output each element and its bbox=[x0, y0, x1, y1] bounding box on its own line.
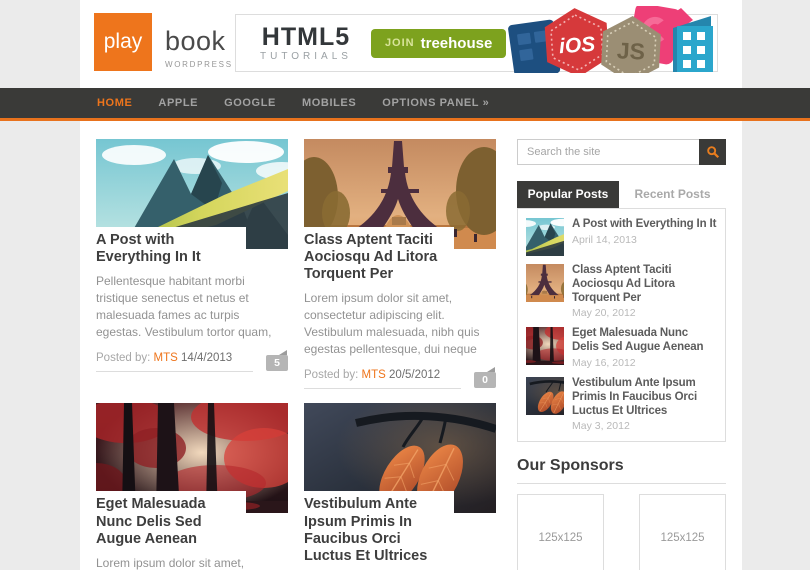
main-navigation: HOME APPLE GOOGLE MOBILES OPTIONS PANEL … bbox=[0, 88, 810, 121]
sponsors-heading: Our Sponsors bbox=[517, 457, 726, 485]
nav-item-apple[interactable]: APPLE bbox=[145, 97, 211, 109]
nav-item-options-panel[interactable]: OPTIONS PANEL » bbox=[369, 97, 502, 109]
sponsor-ad-slot[interactable]: 125x125 bbox=[517, 494, 604, 570]
site-header: play book WORDPRESS THEME HTML5 TUTORIAL… bbox=[0, 0, 810, 88]
treehouse-label: treehouse bbox=[420, 34, 493, 52]
sponsor-ad-slot[interactable]: 125x125 bbox=[639, 494, 726, 570]
comment-count-badge[interactable]: 0 bbox=[474, 367, 496, 389]
post-card: Class Aptent Taciti Aociosqu Ad Litora T… bbox=[304, 139, 496, 390]
post-title[interactable]: Vestibulum Ante Ipsum Primis In Faucibus… bbox=[304, 491, 454, 565]
ios-badge-label: iOS bbox=[558, 33, 596, 58]
post-card: A Post with Everything In It Pellentesqu… bbox=[96, 139, 288, 389]
search-bar bbox=[517, 139, 726, 165]
popular-thumb-eiffel-tower bbox=[526, 264, 564, 302]
banner-title: HTML5 bbox=[261, 22, 351, 51]
author-link[interactable]: MTS bbox=[154, 352, 178, 364]
popular-post-item[interactable]: A Post with Everything In It April 14, 2… bbox=[526, 218, 717, 256]
sidebar: Popular Posts Recent Posts A Post with E… bbox=[517, 139, 726, 570]
popular-post-item[interactable]: Vestibulum Ante Ipsum Primis In Faucibus… bbox=[526, 376, 717, 433]
nav-item-google[interactable]: GOOGLE bbox=[211, 97, 289, 109]
nav-item-mobiles[interactable]: MOBILES bbox=[289, 97, 369, 109]
posted-by-label: Posted by: bbox=[304, 369, 359, 382]
post-excerpt: Pellentesque habitant morbi tristique se… bbox=[96, 274, 272, 340]
post-date: 20/5/2012 bbox=[389, 369, 441, 382]
js-badge-label: JS bbox=[616, 37, 645, 64]
post-card: Eget Malesuada Nunc Delis Sed Augue Aene… bbox=[96, 403, 288, 570]
popular-post-date: May 20, 2012 bbox=[572, 307, 636, 320]
popular-post-title[interactable]: Eget Malesuada Nunc Delis Sed Augue Aene… bbox=[572, 327, 717, 355]
popular-post-date: April 14, 2013 bbox=[572, 233, 637, 246]
tab-popular-posts[interactable]: Popular Posts bbox=[517, 181, 619, 208]
tab-recent-posts[interactable]: Recent Posts bbox=[619, 181, 726, 208]
join-treehouse-button[interactable]: JOIN treehouse bbox=[370, 28, 507, 58]
join-label: JOIN bbox=[384, 37, 415, 49]
popular-posts-panel: A Post with Everything In It April 14, 2… bbox=[517, 208, 726, 443]
posts-grid: A Post with Everything In It Pellentesqu… bbox=[96, 139, 496, 570]
popular-post-title[interactable]: Vestibulum Ante Ipsum Primis In Faucibus… bbox=[572, 377, 717, 418]
search-icon bbox=[706, 146, 719, 159]
post-meta: Posted by: MTS 14/4/2013 bbox=[96, 352, 253, 373]
popular-post-title[interactable]: Class Aptent Taciti Aociosqu Ad Litora T… bbox=[572, 264, 717, 305]
popular-post-item[interactable]: Eget Malesuada Nunc Delis Sed Augue Aene… bbox=[526, 327, 717, 369]
popular-post-date: May 16, 2012 bbox=[572, 356, 636, 369]
post-meta: Posted by: MTS 20/5/2012 bbox=[304, 369, 461, 390]
search-button[interactable] bbox=[699, 139, 726, 165]
nav-item-home[interactable]: HOME bbox=[97, 97, 145, 109]
post-excerpt: Lorem ipsum dolor sit amet, consectetur … bbox=[304, 291, 480, 357]
sidebar-tabs: Popular Posts Recent Posts bbox=[517, 181, 726, 208]
post-title[interactable]: A Post with Everything In It bbox=[96, 227, 246, 267]
popular-thumb-mountains bbox=[526, 218, 564, 256]
banner-subtitle: TUTORIALS bbox=[260, 50, 352, 62]
author-link[interactable]: MTS bbox=[362, 369, 386, 381]
banner-brand: HTML5 TUTORIALS bbox=[260, 22, 352, 62]
sponsor-row: 125x125 125x125 bbox=[517, 494, 726, 570]
popular-post-date: May 3, 2012 bbox=[572, 420, 630, 433]
popular-post-item[interactable]: Class Aptent Taciti Aociosqu Ad Litora T… bbox=[526, 264, 717, 319]
popular-thumb-red-forest bbox=[526, 327, 564, 365]
post-date: 14/4/2013 bbox=[181, 352, 233, 365]
popular-post-title[interactable]: A Post with Everything In It bbox=[572, 218, 716, 232]
posted-by-label: Posted by: bbox=[96, 352, 151, 365]
post-excerpt: Lorem ipsum dolor sit amet, consectetur … bbox=[96, 555, 245, 570]
logo-play-box: play bbox=[94, 13, 152, 71]
popular-thumb-autumn-leaves bbox=[526, 377, 564, 415]
search-input[interactable] bbox=[517, 139, 699, 165]
main-content: A Post with Everything In It Pellentesqu… bbox=[0, 121, 810, 570]
post-title[interactable]: Class Aptent Taciti Aociosqu Ad Litora T… bbox=[304, 227, 454, 284]
banner-badges-illustration: iOS JS bbox=[508, 6, 713, 73]
comment-count-badge[interactable]: 5 bbox=[266, 350, 288, 372]
post-title[interactable]: Eget Malesuada Nunc Delis Sed Augue Aene… bbox=[96, 491, 246, 548]
post-card: Vestibulum Ante Ipsum Primis In Faucibus… bbox=[304, 403, 496, 570]
header-ad-banner[interactable]: HTML5 TUTORIALS JOIN treehouse iOS JS bbox=[235, 6, 718, 73]
